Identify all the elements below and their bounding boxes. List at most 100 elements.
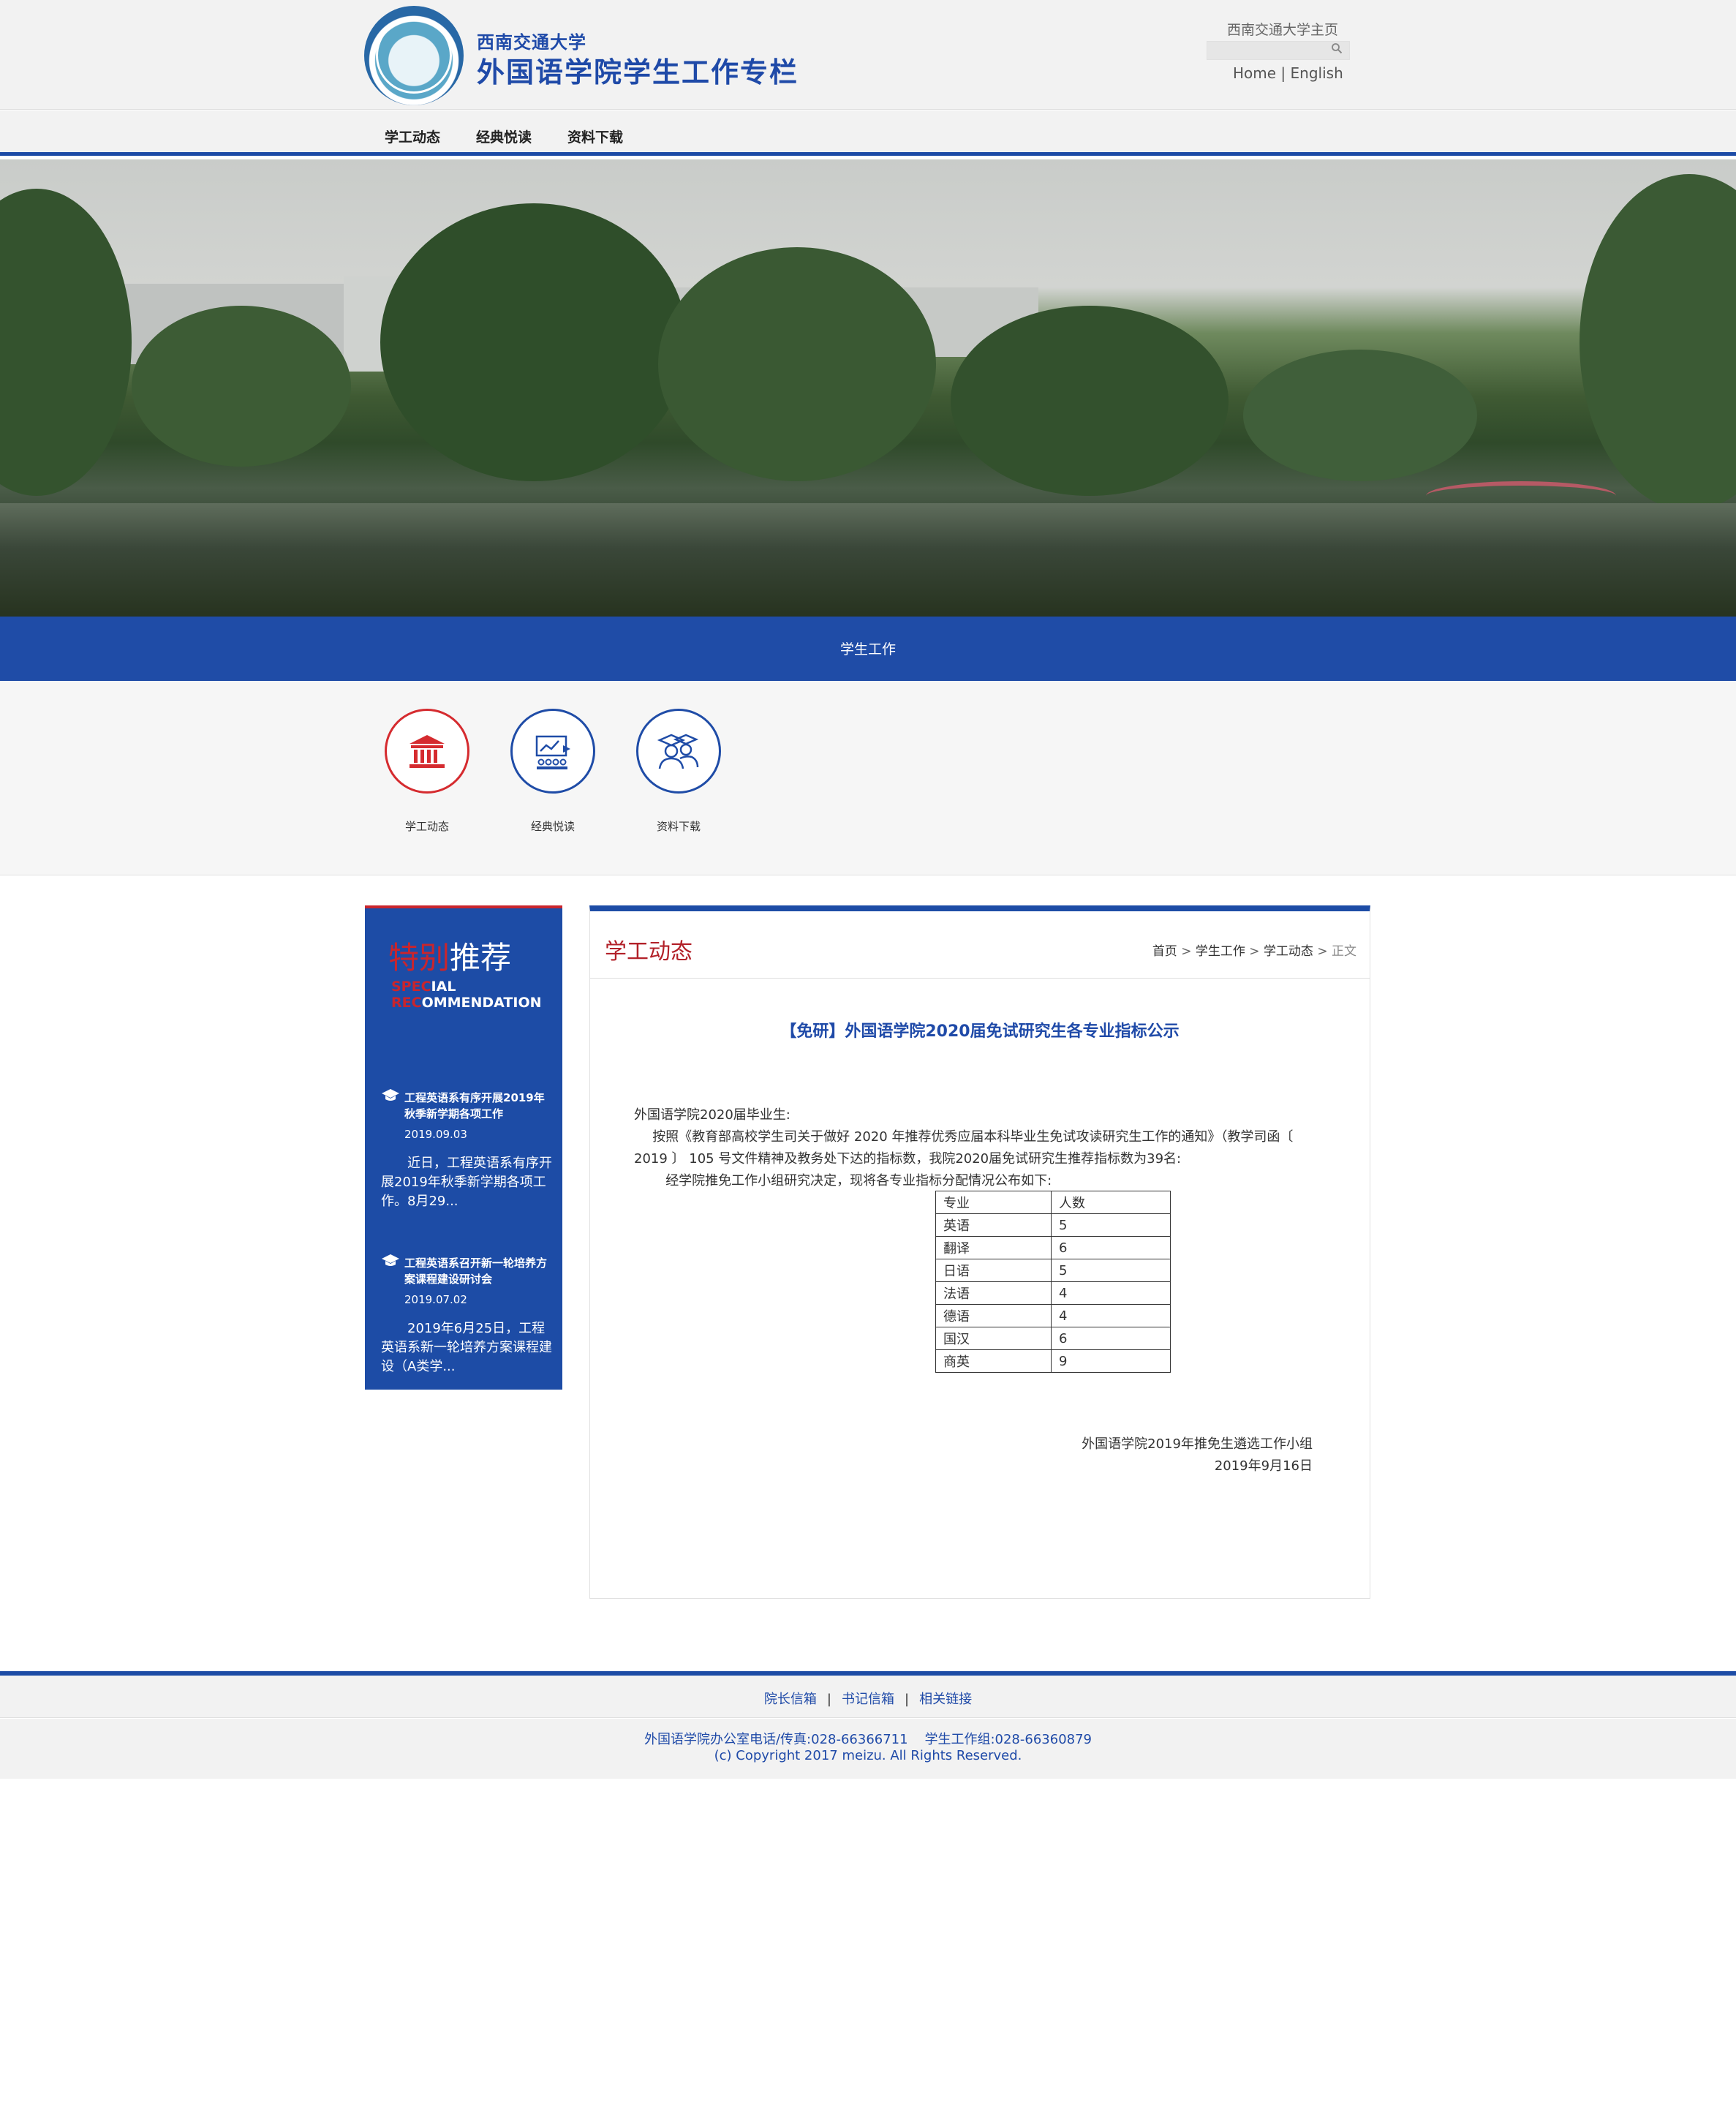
university-home-link[interactable]: 西南交通大学主页 [1227,19,1338,39]
news-item-summary[interactable]: 近日，工程英语系有序开展2019年秋季新学期各项工作。8月29... [381,1154,554,1211]
breadcrumb-home[interactable]: 首页 [1152,944,1177,959]
table-cell: 6 [1051,1236,1171,1259]
building-icon [387,711,467,791]
banner-tree [1580,174,1736,510]
page: 西南交通大学 外国语学院学生工作专栏 西南交通大学主页 Home | Engli… [0,0,1736,2110]
table-cell: 国汉 [935,1327,1052,1350]
nav-item-reading[interactable]: 经典悦读 [476,127,532,146]
quota-table: 专业 人数 英语 5 翻译 6 日语 5 法语 4 德语 4 国汉 6 商英 9 [935,1191,1171,1373]
footer-contact: 外国语学院办公室电话/传真:028-66366711 学生工作组:028-663… [644,1732,1092,1747]
footer-link-sep: | [826,1692,831,1707]
breadcrumb-sep: > [1181,944,1192,959]
article-greeting: 外国语学院2020届毕业生: [634,1107,790,1123]
table-cell: 4 [1051,1304,1171,1327]
quick-links: 学工动态 经典悦读 资料下载 [0,681,1736,875]
footer-links-bar: 院长信箱 | 书记信箱 | 相关链接 [0,1671,1736,1718]
banner-bridge [1426,481,1616,510]
table-cell: 5 [1051,1259,1171,1282]
quick-link-news[interactable] [385,709,469,794]
section-title: 学工动态 [605,939,692,965]
section-band: 学生工作 [0,617,1736,681]
footer-info: 外国语学院办公室电话/传真:028-66366711 学生工作组:028-663… [0,1719,1736,1779]
banner-tree [658,247,936,481]
table-cell: 德语 [935,1304,1052,1327]
home-link[interactable]: Home [1233,64,1276,82]
rec-en-2-white: OMMENDATION [421,995,542,1011]
table-cell: 4 [1051,1281,1171,1305]
news-item-summary[interactable]: 2019年6月25日，工程英语系新一轮培养方案课程建设（A类学... [381,1319,554,1376]
table-cell: 6 [1051,1327,1171,1350]
table-cell: 法语 [935,1281,1052,1305]
breadcrumb-current: 正文 [1332,944,1356,959]
rec-en-1-red: SPEC [391,979,431,995]
graduation-cap-icon [381,1254,400,1273]
quick-link-reading[interactable] [510,709,595,794]
section-band-label: 学生工作 [839,641,896,658]
recommendation-english: SPECIAL RECOMMENDATION [391,979,542,1011]
news-item-date: 2019.09.03 [404,1128,467,1141]
site-title[interactable]: 外国语学院学生工作专栏 [477,50,799,90]
news-item-date: 2019.07.02 [404,1293,467,1306]
recommendation-title-white: 推荐 [450,940,512,976]
banner-tree [132,306,351,467]
banner-lake [0,503,1736,617]
table-header-row: 专业 人数 [935,1191,1171,1214]
breadcrumb-sep: > [1249,944,1260,959]
nav-item-downloads[interactable]: 资料下载 [567,127,623,146]
rec-en-2-red: REC [391,995,422,1011]
banner-tree [0,189,132,496]
graduates-icon [638,711,719,791]
table-header-cell: 专业 [935,1191,1052,1214]
table-cell: 9 [1051,1349,1171,1373]
footer-link-secretary-mailbox[interactable]: 书记信箱 [842,1692,894,1707]
quick-link-news-label[interactable]: 学工动态 [376,818,478,834]
main-nav: 学工动态 经典悦读 资料下载 [0,110,1736,156]
table-row: 德语 4 [935,1304,1171,1327]
breadcrumb-student-work[interactable]: 学生工作 [1196,944,1245,959]
recommendation-sidebar: 特别推荐 SPECIAL RECOMMENDATION 工程英语系有序开展201… [365,905,562,1390]
article-sign-date: 2019年9月16日 [1214,1458,1313,1474]
table-row: 翻译 6 [935,1236,1171,1259]
breadcrumb: 首页 > 学生工作 > 学工动态 > 正文 [1152,941,1356,959]
table-cell: 英语 [935,1213,1052,1237]
banner-tree [380,203,687,481]
article-panel-header: 学工动态 首页 > 学生工作 > 学工动态 > 正文 [590,911,1370,979]
footer-link-sep: | [905,1692,910,1707]
english-link[interactable]: English [1291,64,1343,82]
campus-banner-image [0,159,1736,617]
lang-separator: | [1280,64,1286,82]
article-paragraph: 经学院推免工作小组研究决定，现将各专业指标分配情况公布如下: [665,1173,1052,1188]
site-header: 西南交通大学 外国语学院学生工作专栏 西南交通大学主页 Home | Engli… [0,0,1736,110]
search-icon[interactable] [1328,42,1346,59]
news-item-title[interactable]: 工程英语系有序开展2019年秋季新学期各项工作 [404,1090,551,1122]
quick-link-reading-label[interactable]: 经典悦读 [502,818,604,834]
banner-tree [1243,350,1477,481]
reading-icon [513,711,593,791]
footer-links: 院长信箱 | 书记信箱 | 相关链接 [0,1689,1736,1708]
article-title: 【免研】外国语学院2020届免试研究生各专业指标公示 [780,1022,1180,1041]
article-panel: 学工动态 首页 > 学生工作 > 学工动态 > 正文 【免研】外国语学院2020… [589,905,1370,1599]
recommendation-title-red: 特别 [388,940,450,976]
table-row: 日语 5 [935,1259,1171,1282]
table-cell: 翻译 [935,1236,1052,1259]
logo-ring [376,18,452,94]
recommendation-title: 特别推荐 [388,933,511,978]
breadcrumb-sep: > [1317,944,1328,959]
quick-link-downloads[interactable] [636,709,721,794]
nav-item-news[interactable]: 学工动态 [385,127,440,146]
footer-link-dean-mailbox[interactable]: 院长信箱 [764,1692,817,1707]
table-cell: 商英 [935,1349,1052,1373]
graduation-cap-icon [381,1088,400,1107]
news-item-title[interactable]: 工程英语系召开新一轮培养方案课程建设研讨会 [404,1255,551,1287]
article-signature: 外国语学院2019年推免生遴选工作小组 [1082,1436,1313,1452]
table-cell: 日语 [935,1259,1052,1282]
language-switch: Home | English [1233,64,1343,82]
article-paragraph: 按照《教育部高校学生司关于做好 2020 年推荐优秀应届本科毕业生免试攻读研究生… [634,1129,1294,1167]
quick-link-downloads-label[interactable]: 资料下载 [627,818,730,834]
footer-link-related[interactable]: 相关链接 [919,1692,972,1707]
rec-en-1-white: IAL [431,979,456,995]
breadcrumb-news[interactable]: 学工动态 [1264,944,1313,959]
table-row: 国汉 6 [935,1327,1171,1350]
table-header-cell: 人数 [1051,1191,1171,1214]
banner-tree [951,306,1229,496]
